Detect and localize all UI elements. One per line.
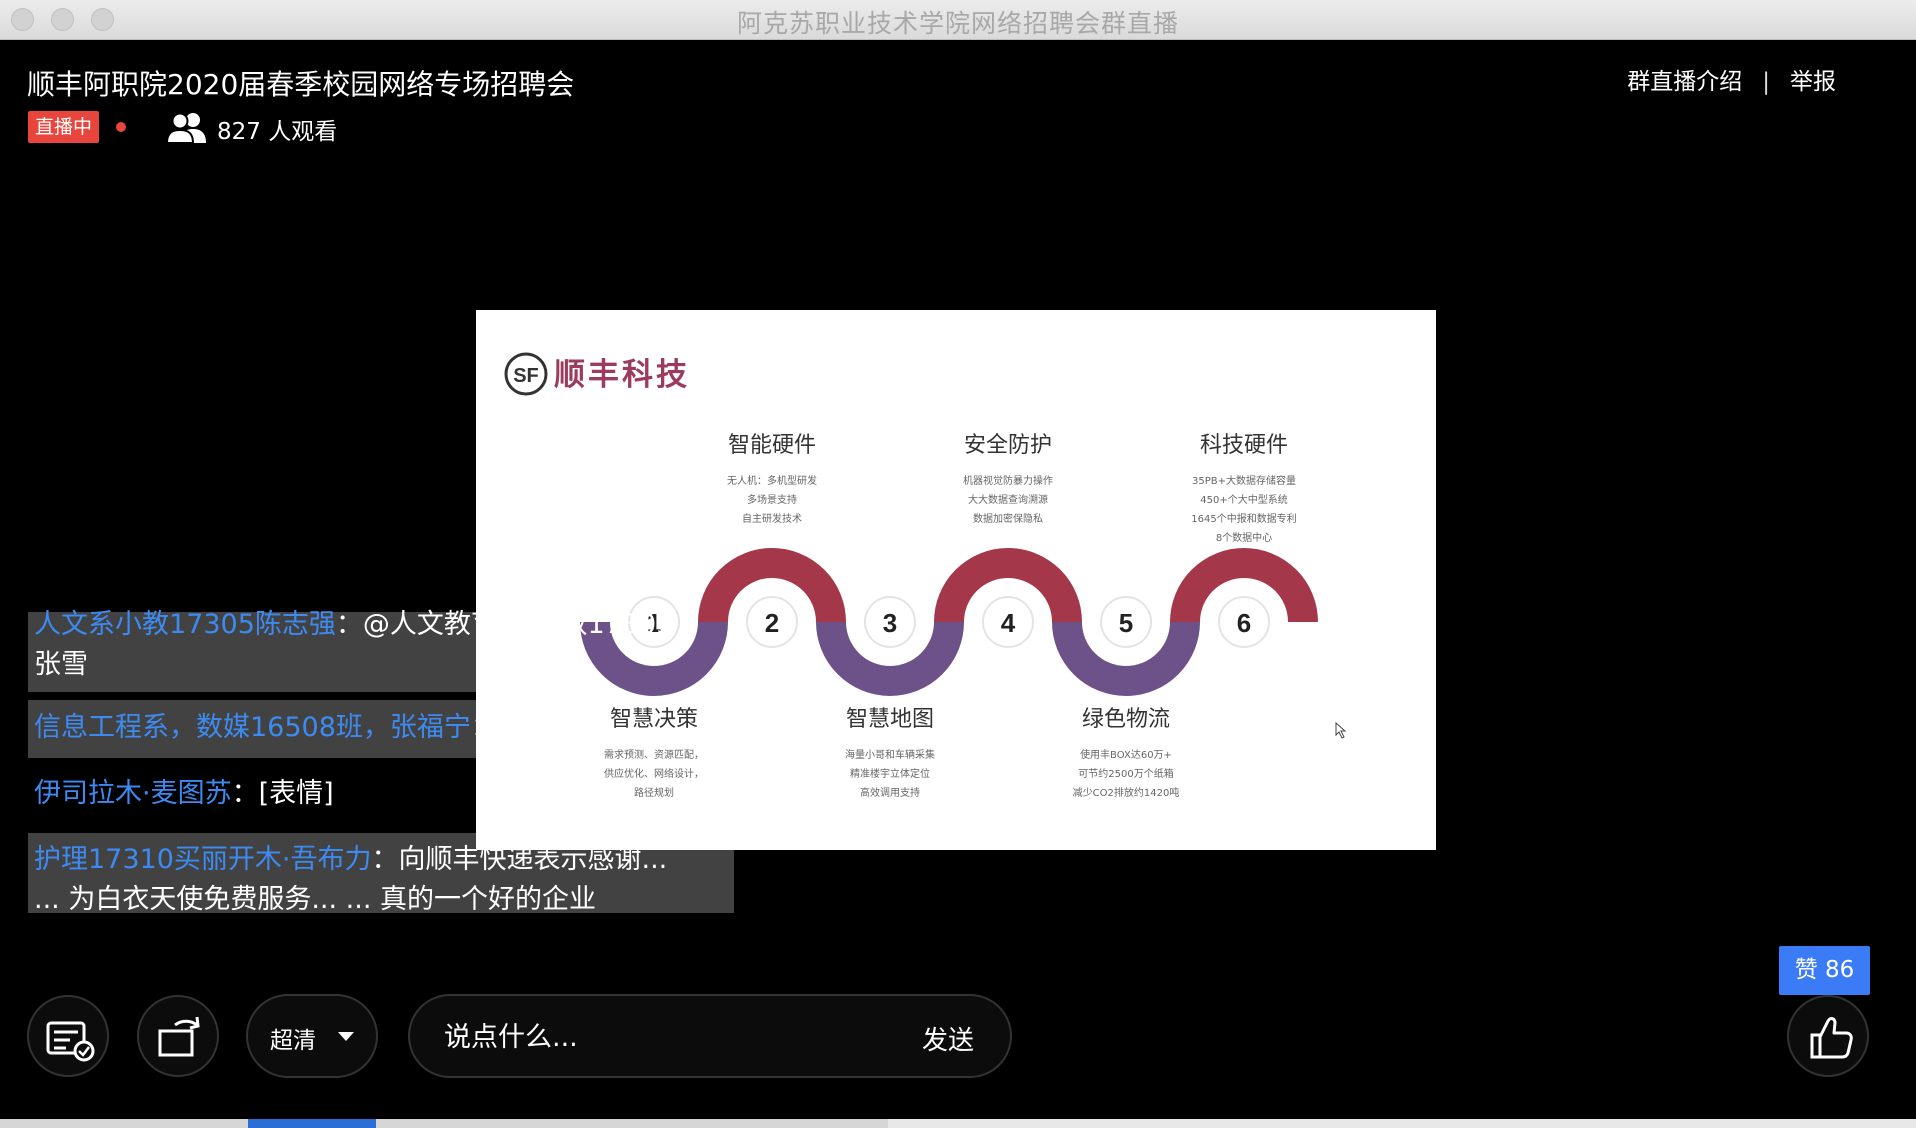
send-button[interactable]: 发送 bbox=[922, 1020, 974, 1057]
top-links: 群直播介绍 | 举报 bbox=[1627, 62, 1836, 96]
quality-label: 超清 bbox=[270, 1028, 316, 1054]
step-description: 可节约2500万个纸箱 bbox=[1078, 767, 1173, 780]
chat-text-continued: 张雪 bbox=[34, 649, 88, 680]
step-title: 安全防护 bbox=[964, 433, 1052, 458]
step-number: 5 bbox=[1119, 608, 1133, 638]
rotate-icon bbox=[158, 1016, 200, 1057]
step-description: 需求预测、资源匹配， bbox=[604, 748, 704, 761]
step-number: 6 bbox=[1237, 608, 1251, 638]
like-count-badge: 赞 86 bbox=[1779, 946, 1870, 995]
step-title: 智慧地图 bbox=[846, 707, 934, 732]
comment-input[interactable] bbox=[442, 1014, 866, 1060]
step-description: 自主研发技术 bbox=[742, 512, 802, 525]
step-description: 大大数据查询溯源 bbox=[968, 493, 1048, 506]
caret-down-icon bbox=[338, 1032, 354, 1041]
step-title: 智能硬件 bbox=[728, 433, 816, 458]
bottom-bar-right bbox=[888, 1119, 1916, 1128]
chat-text: @人文教育系 小教17305 bbox=[362, 609, 674, 640]
chat-text: [表情] bbox=[258, 778, 334, 809]
step-description: 减少CO2排放约1420吨 bbox=[1073, 786, 1180, 799]
step-title: 绿色物流 bbox=[1082, 707, 1170, 732]
slide-graphic: SF 顺丰科技 123456 智慧决策需求预测、资源匹配，供应优化、网络设计，路… bbox=[504, 352, 1347, 799]
logo-mark: SF bbox=[513, 365, 539, 387]
chat-separator: ： bbox=[371, 844, 399, 875]
chat-message: 护理17310买丽开木·吾布力：向顺丰快递表示感谢... ... 为白衣天使免费… bbox=[34, 840, 667, 920]
chat-separator: ： bbox=[231, 778, 259, 809]
rotate-screen-button[interactable] bbox=[137, 995, 219, 1077]
chat-username[interactable]: 信息工程系，数媒16508班，张福宁 bbox=[34, 712, 471, 743]
chat-separator: ： bbox=[335, 609, 363, 640]
brand-name: 顺丰科技 bbox=[554, 357, 690, 393]
viewers-icon bbox=[166, 112, 206, 143]
thumbs-up-icon bbox=[1810, 1017, 1853, 1059]
group-live-intro-link[interactable]: 群直播介绍 bbox=[1627, 69, 1742, 95]
step-description: 35PB+大数据存储容量 bbox=[1192, 474, 1296, 487]
message-list-icon bbox=[46, 1021, 95, 1062]
step-title: 科技硬件 bbox=[1200, 433, 1288, 458]
link-separator: | bbox=[1762, 69, 1770, 95]
step-number: 4 bbox=[1001, 608, 1016, 638]
step-number: 2 bbox=[765, 608, 779, 638]
step-description: 路径规划 bbox=[634, 786, 674, 799]
chat-list-button[interactable] bbox=[27, 995, 109, 1077]
viewer-count: 827 人观看 bbox=[217, 119, 338, 145]
chat-message: 信息工程系，数媒16508班，张福宁：[赞] bbox=[34, 708, 546, 748]
step-description: 8个数据中心 bbox=[1216, 531, 1272, 544]
step-description: 机器视觉防暴力操作 bbox=[963, 474, 1053, 487]
step-description: 450+个大中型系统 bbox=[1200, 493, 1287, 506]
window-titlebar: 阿克苏职业技术学院网络招聘会群直播 bbox=[0, 0, 1916, 40]
step-description: 精准楼宇立体定位 bbox=[850, 767, 930, 780]
quality-selector[interactable]: 超清 bbox=[246, 994, 378, 1078]
chat-username[interactable]: 人文系小教17305陈志强 bbox=[34, 609, 336, 640]
like-button[interactable] bbox=[1787, 995, 1869, 1077]
chat-separator: ： bbox=[470, 712, 498, 743]
bottom-progress bbox=[248, 1119, 376, 1128]
step-title: 智慧决策 bbox=[610, 707, 698, 732]
step-description: 供应优化、网络设计， bbox=[604, 767, 704, 780]
step-description: 数据加密保隐私 bbox=[973, 512, 1043, 525]
live-status-badge: 直播中 bbox=[28, 111, 100, 143]
live-indicator-dot bbox=[116, 122, 126, 132]
chat-message: 伊司拉木·麦图苏：[表情] bbox=[34, 774, 334, 814]
chat-text: [赞] bbox=[497, 712, 546, 743]
step-number: 3 bbox=[883, 608, 897, 638]
report-link[interactable]: 举报 bbox=[1790, 69, 1836, 95]
step-description: 高效调用支持 bbox=[860, 786, 920, 799]
step-description: 1645个中报和数据专利 bbox=[1191, 512, 1296, 525]
step-description: 海量小哥和车辆采集 bbox=[845, 748, 935, 761]
step-description: 多场景支持 bbox=[747, 493, 797, 506]
window-title: 阿克苏职业技术学院网络招聘会群直播 bbox=[736, 9, 1179, 38]
comment-box: 发送 bbox=[408, 994, 1012, 1078]
live-title: 顺丰阿职院2020届春季校园网络专场招聘会 bbox=[27, 68, 575, 101]
chat-message: 人文系小教17305陈志强：@人文教育系 小教17305 张雪 bbox=[34, 605, 673, 685]
chat-text-continued: ... 为白衣天使免费服务... ... 真的一个好的企业 bbox=[34, 884, 596, 915]
chat-text: 向顺丰快递表示感谢... bbox=[398, 844, 668, 875]
step-description: 无人机：多机型研发 bbox=[727, 474, 817, 487]
chat-username[interactable]: 护理17310买丽开木·吾布力 bbox=[34, 844, 371, 875]
live-video-slide[interactable]: SF 顺丰科技 123456 智慧决策 需求预测、资源匹配， 供应优化、网络设计，路… bbox=[476, 310, 1436, 850]
chat-username[interactable]: 伊司拉木·麦图苏 bbox=[34, 778, 232, 809]
step-description: 使用丰BOX达60万+ bbox=[1080, 748, 1172, 761]
mouse-cursor-icon bbox=[1335, 721, 1347, 739]
